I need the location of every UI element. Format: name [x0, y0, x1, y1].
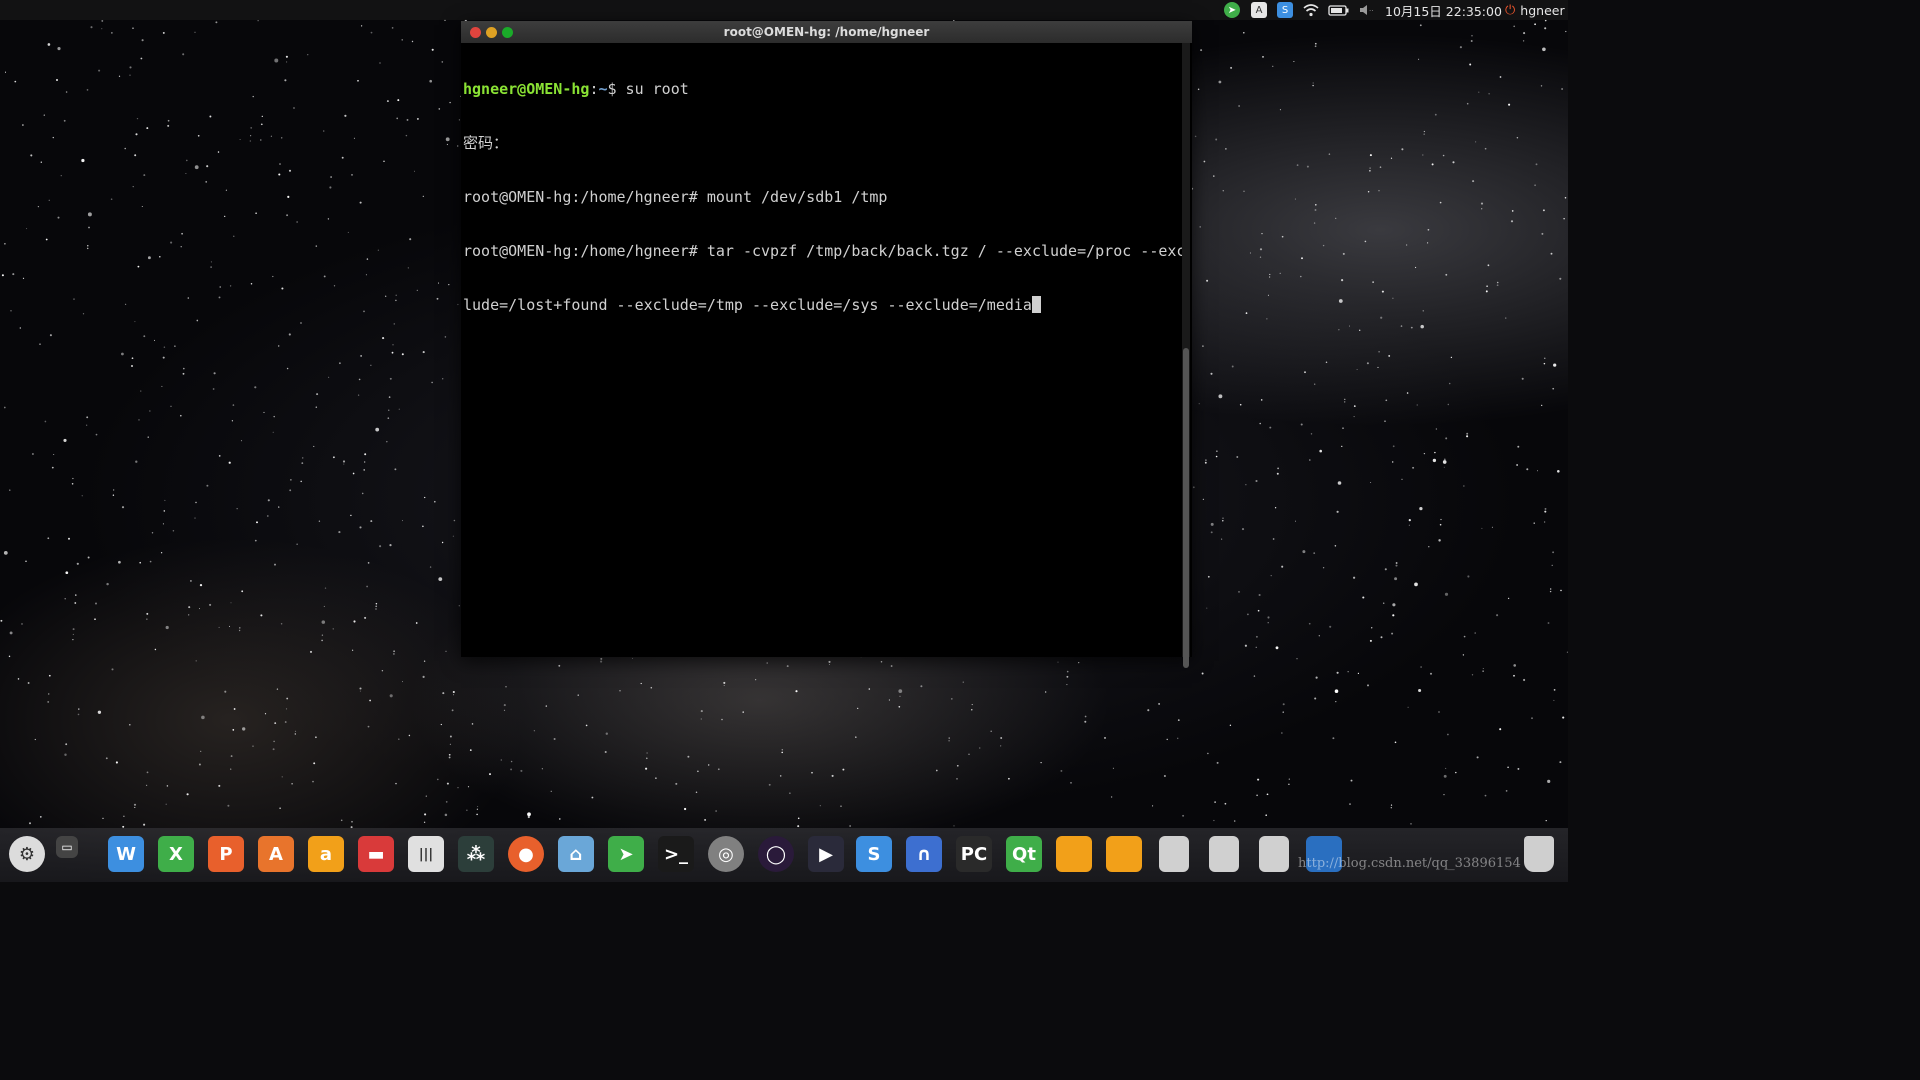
orange-app-icon-2[interactable] — [1106, 836, 1142, 872]
terminal-scrollbar[interactable] — [1182, 43, 1190, 668]
workspace-switcher-icon[interactable]: ▭ — [56, 836, 78, 858]
wireshark-icon[interactable]: ∩ — [906, 836, 942, 872]
trash-icon[interactable] — [1524, 836, 1554, 872]
terminal-line: hgneer@OMEN-hg:~$ su root — [463, 80, 689, 98]
volume-icon[interactable]: ·· — [1358, 2, 1376, 18]
network-icon[interactable]: ⁂ — [458, 836, 494, 872]
window-title: root@OMEN-hg: /home/hgneer — [723, 25, 930, 39]
sogou-input-icon[interactable]: S — [1277, 2, 1293, 18]
drive-icon-3[interactable] — [1259, 836, 1289, 872]
wps-writer-icon[interactable]: W — [108, 836, 144, 872]
battery-icon[interactable] — [1328, 2, 1350, 18]
chrome-icon[interactable]: ◎ — [708, 836, 744, 872]
pycharm-icon[interactable]: PC — [956, 836, 992, 872]
svg-text:··: ·· — [1369, 7, 1373, 15]
window-titlebar[interactable]: root@OMEN-hg: /home/hgneer — [461, 21, 1192, 43]
files-icon[interactable]: ⌂ — [558, 836, 594, 872]
terminal-line: root@OMEN-hg:/home/hgneer# tar -cvpzf /t… — [463, 242, 1186, 260]
eclipse-icon[interactable]: ◯ — [758, 836, 794, 872]
orange-app-icon-1[interactable] — [1056, 836, 1092, 872]
telegram-tray-icon[interactable]: ➤ — [1224, 2, 1240, 18]
wps-spreadsheet-icon[interactable]: X — [158, 836, 194, 872]
qt-creator-icon[interactable]: Qt — [1006, 836, 1042, 872]
terminal-line: lude=/lost+found --exclude=/tmp --exclud… — [463, 296, 1181, 314]
sogou-icon[interactable]: S — [856, 836, 892, 872]
scrollbar-thumb[interactable] — [1183, 348, 1189, 668]
wps-presentation-icon[interactable]: P — [208, 836, 244, 872]
username-label: hgneer — [1520, 2, 1565, 18]
amazon-icon[interactable]: a — [308, 836, 344, 872]
software-center-icon[interactable]: A — [258, 836, 294, 872]
toolbox-icon[interactable]: ▬ — [358, 836, 394, 872]
text-cursor — [1031, 296, 1041, 313]
session-menu[interactable]: ⏻ hgneer — [1505, 2, 1565, 18]
media-player-icon[interactable]: ▶ — [808, 836, 844, 872]
terminal-line: 密码： — [463, 134, 509, 152]
watermark-text: http://blog.csdn.net/qq_33896154 — [1298, 856, 1521, 871]
drive-icon-1[interactable] — [1159, 836, 1189, 872]
telegram-icon[interactable]: ➤ — [608, 836, 644, 872]
power-icon: ⏻ — [1505, 2, 1516, 18]
top-panel: ➤ A S ·· 10月15日 22:35:00 ⏻ hgneer — [0, 0, 1568, 20]
terminal-line: root@OMEN-hg:/home/hgneer# mount /dev/sd… — [463, 188, 888, 206]
datetime-text: 10月15日 22:35:00 — [1385, 3, 1502, 19]
datetime-indicator[interactable]: 10月15日 22:35:00 — [1385, 2, 1502, 19]
drive-icon-2[interactable] — [1209, 836, 1239, 872]
firefox-icon[interactable]: ● — [508, 836, 544, 872]
keyboard-a-icon[interactable]: A — [1251, 2, 1267, 18]
launcher-icon[interactable]: ⚙ — [9, 836, 45, 872]
terminal-output[interactable]: hgneer@OMEN-hg:~$ su root 密码： root@OMEN-… — [463, 44, 1186, 656]
wifi-icon[interactable] — [1303, 2, 1319, 18]
dock: ⚙ ▭ W X P Aa ▬ ||| ⁂ ● ⌂ ➤ >_ ◎ ◯ ▶ S ∩ PC Qt — [0, 828, 1568, 882]
equalizer-icon[interactable]: ||| — [408, 836, 444, 872]
terminal-icon[interactable]: >_ — [658, 836, 694, 872]
terminal-window[interactable]: root@OMEN-hg: /home/hgneer hgneer@OMEN-h… — [461, 21, 1192, 668]
